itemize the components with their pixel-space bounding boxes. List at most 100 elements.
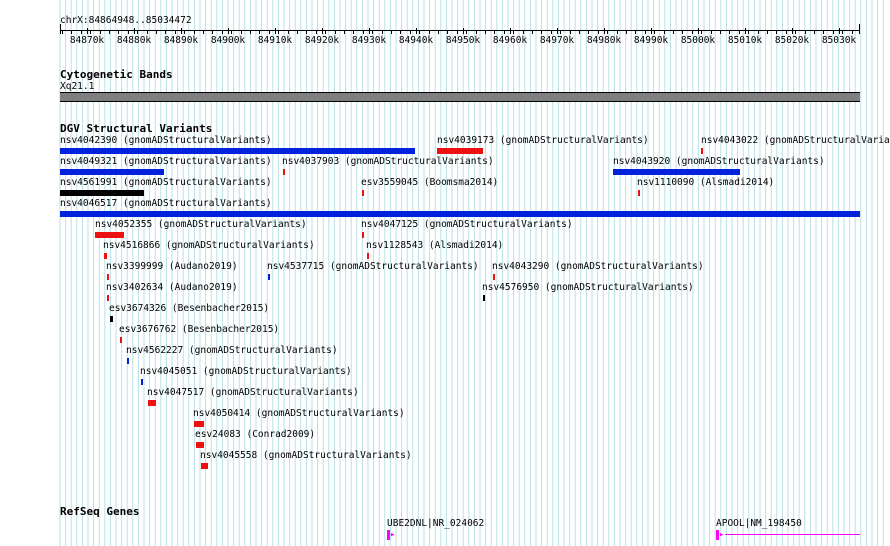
gene-label[interactable]: APOOL|NM_198450 (716, 518, 802, 529)
variant-label[interactable]: esv24083 (Conrad2009) (195, 429, 315, 440)
variant-label[interactable]: nsv4045051 (gnomADStructuralVariants) (140, 366, 352, 377)
ruler-minor-tick (62, 31, 63, 34)
ruler-minor-tick (90, 31, 91, 34)
variant-feature-bar[interactable] (638, 190, 640, 196)
ruler-minor-tick (306, 31, 307, 34)
variant-label[interactable]: nsv4049321 (gnomADStructuralVariants) (60, 156, 272, 167)
ruler-minor-tick (250, 31, 251, 34)
variant-feature-bar[interactable] (483, 295, 485, 301)
variant-label[interactable]: nsv4562227 (gnomADStructuralVariants) (126, 345, 338, 356)
variant-label[interactable]: esv3676762 (Besenbacher2015) (119, 324, 279, 335)
ruler-minor-tick (805, 31, 806, 34)
cytoband-label: Xq21.1 (60, 81, 95, 92)
variant-label[interactable]: nsv1110090 (Alsmadi2014) (637, 177, 774, 188)
ruler-tick-label: 85000k (680, 35, 716, 46)
variant-feature-bar[interactable] (148, 400, 156, 406)
variant-label[interactable]: nsv4047517 (gnomADStructuralVariants) (147, 387, 359, 398)
variant-label[interactable]: nsv4576950 (gnomADStructuralVariants) (482, 282, 694, 293)
ruler-tick-label: 84990k (633, 35, 669, 46)
variant-feature-bar[interactable] (268, 274, 270, 280)
variant-feature-bar[interactable] (201, 463, 208, 469)
ruler-minor-tick (203, 31, 204, 34)
refseq-track-header[interactable]: RefSeq Genes (60, 505, 139, 518)
variant-feature-bar[interactable] (120, 337, 122, 343)
ruler-minor-tick (128, 31, 129, 34)
ruler-minor-tick (833, 31, 834, 34)
ruler-tick-label: 84950k (445, 35, 481, 46)
ruler-minor-tick (109, 31, 110, 34)
variant-feature-bar[interactable] (95, 232, 124, 238)
ruler-major-tick (134, 28, 135, 34)
variant-label[interactable]: nsv4537715 (gnomADStructuralVariants) (267, 261, 479, 272)
variant-label[interactable]: nsv4047125 (gnomADStructuralVariants) (361, 219, 573, 230)
ruler-minor-tick (363, 31, 364, 34)
ruler-minor-tick (241, 31, 242, 34)
variant-feature-bar[interactable] (127, 358, 129, 364)
ruler-minor-tick (551, 31, 552, 34)
variant-feature-bar[interactable] (196, 442, 204, 448)
variant-label[interactable]: nsv3399999 (Audano2019) (106, 261, 238, 272)
ruler-minor-tick (664, 31, 665, 34)
variant-feature-bar[interactable] (110, 316, 113, 322)
ruler-minor-tick (776, 31, 777, 34)
ruler-minor-tick (316, 31, 317, 34)
cytoband-track-header[interactable]: Cytogenetic Bands (60, 68, 173, 81)
ruler-minor-tick (795, 31, 796, 34)
variant-feature-bar[interactable] (701, 148, 703, 154)
variant-label[interactable]: esv3559045 (Boomsma2014) (361, 177, 498, 188)
variant-label[interactable]: nsv3402634 (Audano2019) (106, 282, 238, 293)
ruler-minor-tick (447, 31, 448, 34)
ruler-minor-tick (852, 31, 853, 34)
variant-label[interactable]: nsv4037903 (gnomADStructuralVariants) (282, 156, 494, 167)
variant-label[interactable]: nsv4045558 (gnomADStructuralVariants) (200, 450, 412, 461)
ruler-minor-tick (504, 31, 505, 34)
variant-feature-bar[interactable] (194, 421, 204, 427)
ruler-minor-tick (617, 31, 618, 34)
ruler-minor-tick (335, 31, 336, 34)
ruler-minor-tick (692, 31, 693, 34)
cytoband-bar[interactable] (60, 92, 860, 102)
variant-label[interactable]: nsv4042390 (gnomADStructuralVariants) (60, 135, 272, 146)
variant-label[interactable]: nsv4516866 (gnomADStructuralVariants) (103, 240, 315, 251)
variant-feature-bar[interactable] (60, 211, 860, 217)
ruler-minor-tick (532, 31, 533, 34)
variant-label[interactable]: nsv4039173 (gnomADStructuralVariants) (437, 135, 649, 146)
variant-feature-bar[interactable] (437, 148, 483, 154)
variant-feature-bar[interactable] (141, 379, 143, 385)
variant-label[interactable]: nsv4050414 (gnomADStructuralVariants) (193, 408, 405, 419)
variant-label[interactable]: nsv4561991 (gnomADStructuralVariants) (60, 177, 272, 188)
variant-label[interactable]: esv3674326 (Besenbacher2015) (109, 303, 269, 314)
variant-label[interactable]: nsv1128543 (Alsmadi2014) (366, 240, 503, 251)
variant-feature-bar[interactable] (362, 190, 364, 196)
variant-feature-bar[interactable] (60, 148, 415, 154)
ruler-tick-label: 84870k (69, 35, 105, 46)
ruler-major-tick (181, 28, 182, 34)
variant-feature-bar[interactable] (60, 190, 144, 196)
ruler-minor-tick (353, 31, 354, 34)
variant-label[interactable]: nsv4043920 (gnomADStructuralVariants) (613, 156, 825, 167)
ruler-minor-tick (278, 31, 279, 34)
variant-feature-bar[interactable] (362, 232, 364, 238)
ruler-tick-label: 84920k (304, 35, 340, 46)
variant-feature-bar[interactable] (367, 253, 369, 259)
variant-feature-bar[interactable] (283, 169, 285, 175)
variant-label[interactable]: nsv4052355 (gnomADStructuralVariants) (95, 219, 307, 230)
variant-feature-bar[interactable] (104, 253, 107, 259)
ruler-minor-tick (579, 31, 580, 34)
variant-label[interactable]: nsv4046517 (gnomADStructuralVariants) (60, 198, 272, 209)
ruler-minor-tick (842, 31, 843, 34)
ruler-major-tick (322, 28, 323, 34)
ruler-minor-tick (222, 31, 223, 34)
variant-feature-bar[interactable] (107, 295, 109, 301)
variant-label[interactable]: nsv4043022 (gnomADStructuralVariants) (701, 135, 890, 146)
variant-feature-bar[interactable] (613, 169, 740, 175)
ruler-tick-label: 85010k (727, 35, 763, 46)
dgv-track-header[interactable]: DGV Structural Variants (60, 122, 212, 135)
variant-feature-bar[interactable] (60, 169, 164, 175)
variant-feature-bar[interactable] (107, 274, 109, 280)
ruler-minor-tick (165, 31, 166, 34)
variant-feature-bar[interactable] (493, 274, 495, 280)
variant-label[interactable]: nsv4043290 (gnomADStructuralVariants) (492, 261, 704, 272)
ruler-minor-tick (673, 31, 674, 34)
gene-label[interactable]: UBE2DNL|NR_024062 (387, 518, 484, 529)
